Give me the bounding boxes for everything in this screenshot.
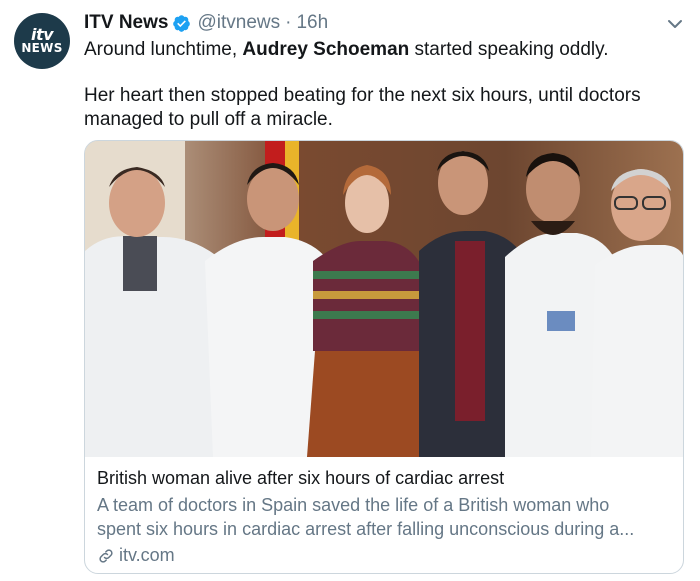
avatar[interactable]: itv NEWS — [14, 13, 70, 69]
card-title[interactable]: British woman alive after six hours of c… — [97, 467, 675, 489]
link-icon — [99, 548, 113, 563]
tweet-text-suffix: started speaking oddly. — [409, 39, 609, 60]
verified-badge-icon — [173, 14, 191, 32]
header-separator: · — [285, 12, 292, 33]
tweet[interactable]: itv NEWS ITV News @itvnews · 16h Around … — [0, 0, 700, 581]
author-name[interactable]: ITV News — [84, 12, 168, 34]
avatar-logo-itv: itv — [30, 25, 54, 44]
card-body: British woman alive after six hours of c… — [97, 467, 675, 566]
tweet-text-line-1: Around lunchtime, Audrey Schoeman starte… — [84, 38, 684, 62]
card-description: A team of doctors in Spain saved the lif… — [97, 493, 675, 541]
card-description-line-2: spent six hours in cardiac arrest after … — [97, 519, 635, 539]
card-description-line-1: A team of doctors in Spain saved the lif… — [97, 495, 610, 515]
card-domain[interactable]: itv.com — [119, 545, 175, 566]
avatar-logo-news: NEWS — [21, 41, 63, 55]
author-handle[interactable]: @itvnews — [197, 12, 280, 34]
link-card[interactable]: British woman alive after six hours of c… — [84, 140, 684, 574]
chevron-down-icon[interactable] — [665, 14, 685, 34]
card-photo[interactable] — [85, 141, 684, 457]
tweet-text-prefix: Around lunchtime, — [84, 39, 243, 60]
tweet-text-line-3: managed to pull off a miracle. — [84, 109, 333, 130]
card-link[interactable]: itv.com — [97, 545, 675, 566]
tweet-text-line-2: Her heart then stopped beating for the n… — [84, 85, 641, 106]
tweet-header: ITV News @itvnews · 16h — [84, 11, 328, 35]
tweet-text: Around lunchtime, Audrey Schoeman starte… — [84, 38, 684, 132]
tweet-text-bold-name: Audrey Schoeman — [242, 39, 410, 60]
tweet-timestamp[interactable]: 16h — [296, 12, 328, 34]
